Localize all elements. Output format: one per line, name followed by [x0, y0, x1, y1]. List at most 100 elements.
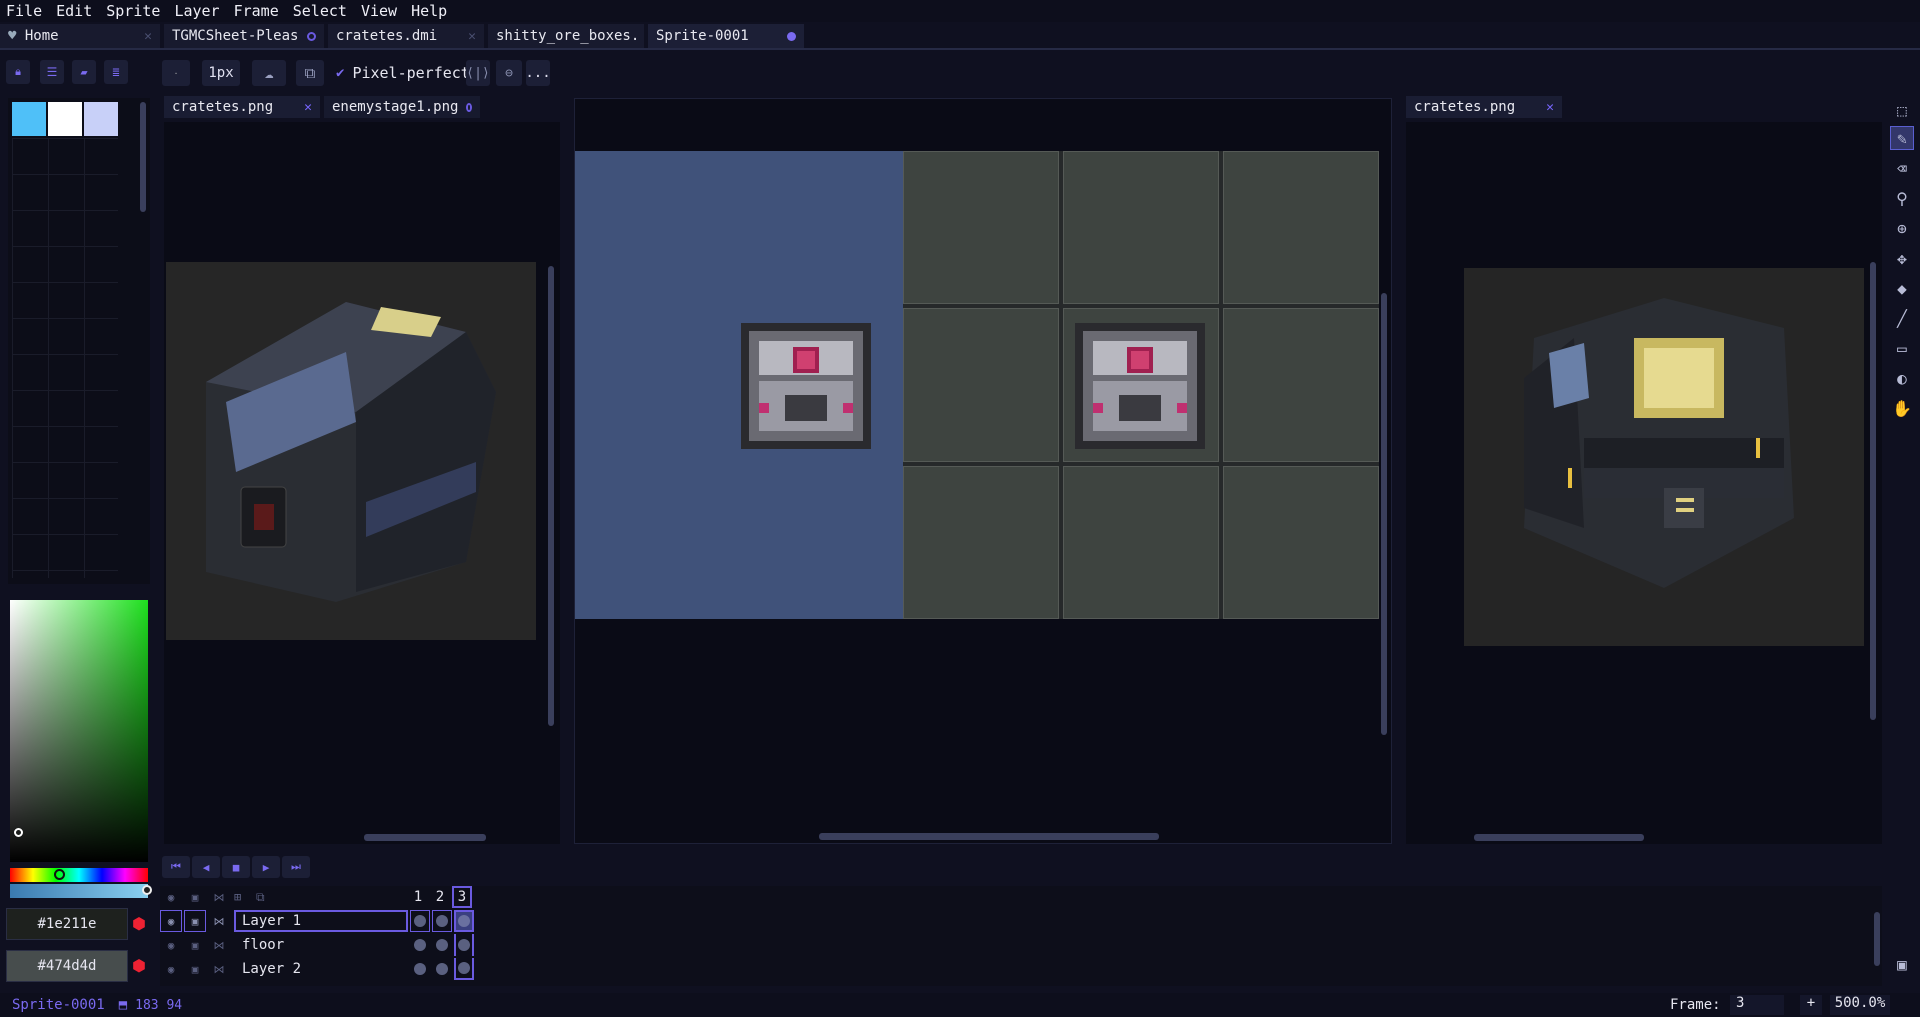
palette-swatch[interactable]: [12, 102, 46, 136]
cel[interactable]: [432, 910, 452, 932]
zoom-icon[interactable]: ⊕: [1890, 216, 1914, 240]
tab-enemystage1-png[interactable]: enemystage1.png: [324, 96, 480, 118]
move-icon[interactable]: ✥: [1890, 246, 1914, 270]
alpha-slider[interactable]: [10, 884, 152, 898]
main-canvas-viewport[interactable]: [574, 98, 1392, 844]
pencil-icon[interactable]: ✎: [1890, 126, 1914, 150]
symmetry-vertical-icon[interactable]: ⟨|⟩: [466, 60, 490, 86]
link-icon[interactable]: ⋈: [208, 886, 230, 908]
palette-scrollbar[interactable]: [140, 102, 146, 212]
stop-icon[interactable]: ■: [222, 856, 250, 878]
tab-sprite-0001[interactable]: Sprite-0001: [648, 24, 804, 48]
list-icon[interactable]: ≣: [104, 60, 128, 84]
preview-icon[interactable]: ▣: [1890, 952, 1914, 976]
brush-size-field[interactable]: 1px: [202, 60, 240, 86]
timeline-vscroll[interactable]: [1874, 912, 1880, 966]
folder-icon[interactable]: ▰: [72, 60, 96, 84]
frame-header-1[interactable]: 1: [408, 886, 428, 908]
symmetry-horizontal-icon[interactable]: ⊖: [496, 60, 522, 86]
menu-layer[interactable]: Layer: [174, 2, 219, 20]
zoom-field[interactable]: 500.0%: [1830, 995, 1890, 1015]
menu-edit[interactable]: Edit: [56, 2, 92, 20]
ink-icon[interactable]: ☁: [252, 60, 286, 86]
last-frame-icon[interactable]: ⏭: [282, 856, 310, 878]
close-icon[interactable]: ✕: [1546, 100, 1554, 115]
eye-icon[interactable]: ◉: [160, 886, 182, 908]
filter-icon[interactable]: ☰: [40, 60, 64, 84]
rectangle-icon[interactable]: ▭: [1890, 336, 1914, 360]
layer-row-layer-2[interactable]: ◉ ▣ ⋈ Layer 2: [160, 958, 474, 980]
left-reference-viewport[interactable]: [164, 122, 560, 844]
paint-bucket-icon[interactable]: ◆: [1890, 276, 1914, 300]
next-frame-icon[interactable]: ▶: [252, 856, 280, 878]
menu-select[interactable]: Select: [293, 2, 347, 20]
cel[interactable]: [410, 958, 430, 980]
lock-icon[interactable]: ▣: [184, 934, 206, 956]
layer-row-floor[interactable]: ◉ ▣ ⋈ floor: [160, 934, 474, 956]
cel[interactable]: [410, 910, 430, 932]
cel[interactable]: [432, 958, 452, 980]
close-icon[interactable]: ✕: [304, 100, 312, 115]
cel[interactable]: [410, 934, 430, 956]
foreground-color-button[interactable]: #1e211e: [6, 908, 128, 940]
layer-name[interactable]: Layer 2: [234, 958, 408, 980]
hue-handle[interactable]: [54, 869, 65, 880]
lock-icon[interactable]: ▣: [184, 886, 206, 908]
tab-cratetes-png[interactable]: cratetes.png ✕: [164, 96, 320, 118]
cel[interactable]: [454, 958, 474, 980]
line-icon[interactable]: ╱: [1890, 306, 1914, 330]
left-pane-hscroll[interactable]: [364, 834, 486, 841]
menu-help[interactable]: Help: [411, 2, 447, 20]
right-reference-viewport[interactable]: [1406, 122, 1882, 844]
previous-frame-icon[interactable]: ◀: [192, 856, 220, 878]
link-icon[interactable]: ⋈: [208, 910, 230, 932]
palette-grid[interactable]: [12, 138, 118, 578]
lock-icon[interactable]: ▣: [184, 910, 206, 932]
eye-icon[interactable]: ◉: [160, 958, 182, 980]
close-icon[interactable]: ✕: [468, 29, 476, 44]
canvas-hscroll[interactable]: [819, 833, 1159, 840]
canvas-vscroll[interactable]: [1381, 293, 1387, 735]
tab-shitty-ore-boxes[interactable]: shitty_ore_boxes.: [488, 24, 644, 48]
frame-header-2[interactable]: 2: [430, 886, 450, 908]
lock-icon[interactable]: ▣: [184, 958, 206, 980]
more-options-button[interactable]: ...: [525, 60, 551, 86]
eye-icon[interactable]: ◉: [160, 910, 182, 932]
tab-cratetes-png[interactable]: cratetes.png ✕: [1406, 96, 1562, 118]
new-frame-button[interactable]: +: [1800, 995, 1822, 1015]
eyedropper-icon[interactable]: ⚲: [1890, 186, 1914, 210]
color-cursor[interactable]: [14, 828, 23, 837]
layer-collapse-icon[interactable]: ⧉: [256, 890, 408, 905]
tab-tgmcsheet[interactable]: TGMCSheet-Pleas: [164, 24, 324, 48]
rectangle-marquee-icon[interactable]: ⬚: [1890, 98, 1914, 122]
menu-view[interactable]: View: [361, 2, 397, 20]
palette-swatch[interactable]: [84, 102, 118, 136]
frame-header-3[interactable]: 3: [452, 886, 472, 908]
right-pane-vscroll[interactable]: [1870, 262, 1876, 720]
eraser-icon[interactable]: ⌫: [1890, 156, 1914, 180]
link-icon[interactable]: ⋈: [208, 934, 230, 956]
sample-icon[interactable]: ⧉: [296, 60, 324, 86]
tab-home[interactable]: ♥ Home ✕: [0, 24, 160, 48]
menu-file[interactable]: File: [6, 2, 42, 20]
cel[interactable]: [432, 934, 452, 956]
alpha-handle[interactable]: [142, 885, 152, 895]
color-saturation-field[interactable]: [10, 600, 148, 862]
menu-sprite[interactable]: Sprite: [106, 2, 160, 20]
layer-group-icon[interactable]: ⊞: [234, 890, 256, 904]
cel[interactable]: [454, 934, 474, 956]
link-icon[interactable]: ⋈: [208, 958, 230, 980]
brush-shape-button[interactable]: ·: [162, 60, 190, 86]
hue-slider[interactable]: [10, 868, 148, 882]
background-color-button[interactable]: #474d4d: [6, 950, 128, 982]
lock-icon[interactable]: 🔒︎: [6, 60, 30, 84]
pixel-perfect-checkbox[interactable]: ✔ Pixel-perfect: [336, 60, 470, 86]
layer-name[interactable]: Layer 1: [234, 910, 408, 932]
frame-field[interactable]: 3: [1730, 995, 1784, 1015]
tab-cratetes-dmi[interactable]: cratetes.dmi ✕: [328, 24, 484, 48]
eye-icon[interactable]: ◉: [160, 934, 182, 956]
layer-row-layer-1[interactable]: ◉ ▣ ⋈ Layer 1: [160, 910, 474, 932]
right-pane-hscroll[interactable]: [1474, 834, 1644, 841]
smudge-icon[interactable]: ✋: [1890, 396, 1914, 420]
palette-swatch[interactable]: [48, 102, 82, 136]
